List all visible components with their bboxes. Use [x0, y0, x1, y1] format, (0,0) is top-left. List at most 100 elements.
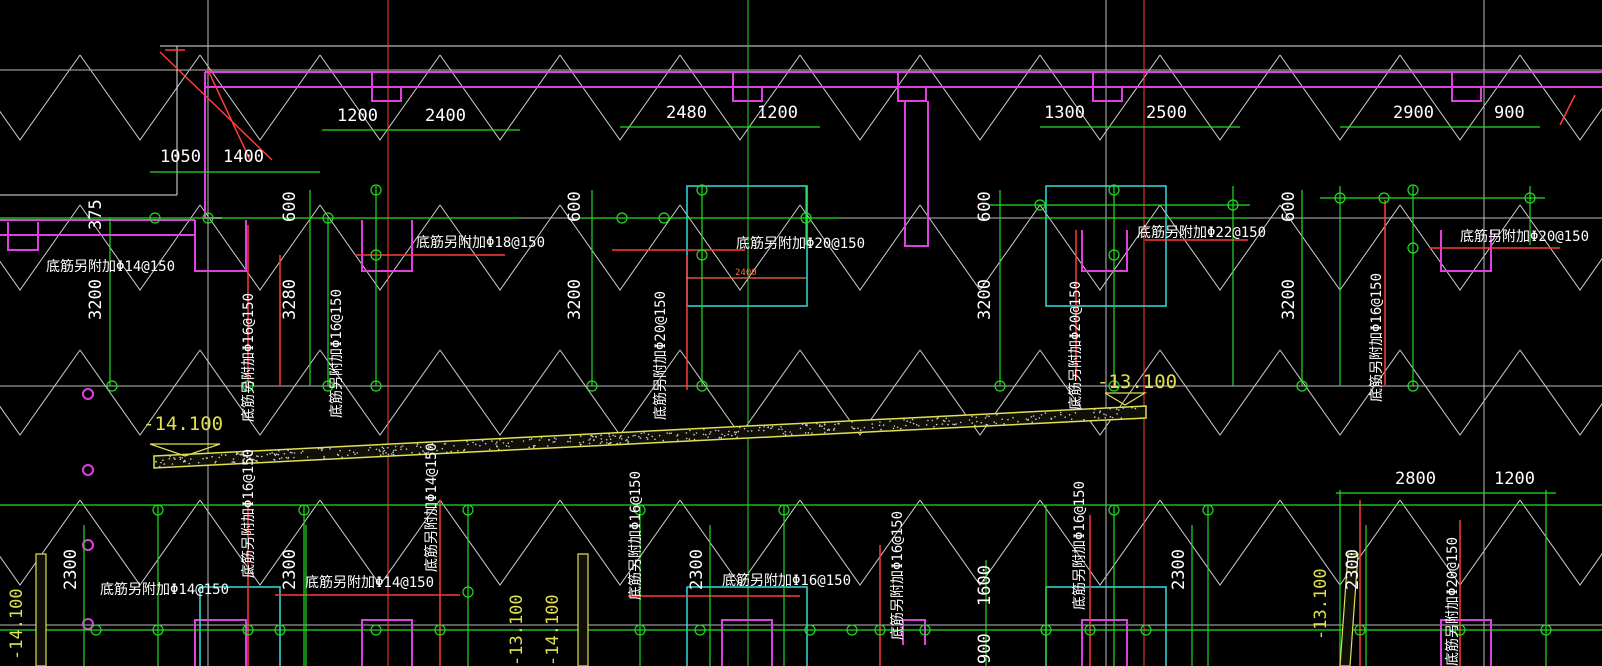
ramp-speckle [627, 436, 630, 439]
ramp-speckle [909, 421, 912, 424]
ramp-speckle [507, 442, 510, 445]
dim-2300-a: 2300 [61, 549, 81, 590]
ramp-speckle [155, 460, 157, 463]
ramp-speckle [382, 453, 384, 455]
ramp-speckle [828, 429, 831, 431]
rebar-note: 底筋另附加Φ20@150 [652, 291, 669, 420]
ramp-speckle [903, 419, 905, 421]
dim-600-b: 600 [565, 191, 585, 222]
ramp-speckle [937, 416, 939, 419]
ramp-speckle [378, 449, 381, 451]
ramp-speckle [718, 436, 721, 439]
dim-900: 900 [975, 633, 995, 664]
ramp-speckle [273, 458, 275, 461]
ramp-speckle [670, 432, 672, 435]
ramp-speckle [453, 445, 455, 447]
ramp-speckle [323, 457, 326, 460]
ramp-speckle [589, 438, 592, 440]
ramp-speckle [579, 443, 582, 446]
ramp-speckle [233, 461, 236, 464]
ramp-speckle [293, 452, 296, 454]
rebar-note: 底筋另附加Φ16@150 [889, 511, 906, 640]
elevation-13100-c: -13.100 [1311, 568, 1331, 640]
ramp-speckle [580, 435, 582, 438]
rebar-notes: 底筋另附加Φ14@150 底筋另附加Φ18@150 底筋另附加Φ20@150 底… [46, 224, 1589, 666]
ramp-speckle [341, 456, 343, 459]
ramp-speckle [736, 436, 738, 439]
ramp-speckle [356, 452, 359, 454]
ramp-speckle [906, 420, 908, 422]
ramp-speckle [782, 432, 785, 435]
rebar-note: 底筋另附加Φ14@150 [100, 581, 229, 598]
ramp-speckle [1118, 409, 1120, 411]
ramp-speckle [619, 435, 622, 438]
dim-2800: 2800 [1395, 469, 1436, 489]
ramp-speckle [1064, 416, 1066, 419]
ramp-speckle [160, 461, 162, 464]
ramp-speckle [400, 446, 402, 448]
ramp-speckle [627, 442, 629, 444]
ramp-speckle [728, 430, 730, 433]
ramp-speckle [968, 419, 971, 421]
ramp-speckle [1083, 418, 1085, 421]
ramp-speckle [880, 428, 882, 431]
ramp-speckle [367, 449, 370, 452]
ramp-speckle [1116, 413, 1118, 415]
ramp-speckle [947, 423, 949, 426]
ramp-speckle [285, 456, 288, 459]
ramp-speckle [289, 451, 292, 454]
ramp-speckle [980, 421, 982, 424]
ramp-speckle [693, 433, 695, 436]
ramp-speckle [640, 432, 643, 435]
dim-2400-inner: 2400 [735, 268, 757, 278]
dim-1300: 1300 [1044, 103, 1085, 123]
ramp-speckle [329, 447, 331, 450]
ramp-speckle [383, 449, 386, 452]
cad-drawing-canvas[interactable]: 1200 2400 2480 1200 1300 2500 2900 900 1… [0, 0, 1602, 666]
ramp-speckle [443, 443, 446, 445]
ramp-speckle [402, 445, 404, 447]
ramp-speckle [418, 452, 421, 455]
ramp-speckle [662, 439, 665, 442]
ramp-speckle [639, 437, 642, 439]
ramp-speckle [974, 424, 976, 427]
ramp-speckle [457, 450, 459, 452]
ramp-speckle [758, 429, 760, 432]
ramp-speckle [834, 423, 836, 426]
rebar-note: 底筋另附加Φ16@150 [328, 289, 345, 418]
ramp-speckle [1044, 412, 1047, 414]
ramp-speckle [540, 437, 543, 439]
ramp-speckle [945, 417, 948, 420]
ramp-speckle [224, 454, 227, 456]
ramp-speckle [619, 442, 621, 444]
ramp-speckle [283, 453, 286, 455]
ramp-speckle [871, 423, 873, 425]
ramp-speckle [1134, 407, 1137, 410]
ramp-speckle [918, 425, 920, 427]
ramp-speckle [863, 426, 866, 429]
rebar-note: 底筋另附加Φ16@150 [240, 293, 257, 422]
ramp-speckle [532, 446, 535, 449]
ramp-speckle [893, 425, 896, 427]
ramp-speckle [505, 445, 508, 447]
ramp-speckle [666, 432, 668, 434]
dim-3280: 3280 [280, 279, 300, 320]
ramp-speckle [804, 432, 807, 434]
ramp-speckle [467, 443, 469, 446]
dim-3200-d: 3200 [1279, 279, 1299, 320]
ramp-speckle [1035, 418, 1037, 421]
ramp-speckle [995, 422, 997, 425]
ramp-speckle [1116, 408, 1118, 411]
dim-2500: 2500 [1146, 103, 1187, 123]
ramp-speckle [720, 436, 722, 439]
ramp-speckle [381, 446, 384, 449]
ramp-speckle [375, 448, 378, 451]
ramp-speckle [1068, 414, 1071, 416]
dim-1400: 1400 [223, 147, 264, 167]
ramp-speckle [261, 455, 263, 458]
ramp-speckle [811, 432, 813, 434]
ramp-speckle [634, 434, 636, 437]
ramp-speckle [588, 439, 590, 441]
ramp-speckle [306, 456, 309, 458]
ramp-speckle [450, 450, 453, 453]
